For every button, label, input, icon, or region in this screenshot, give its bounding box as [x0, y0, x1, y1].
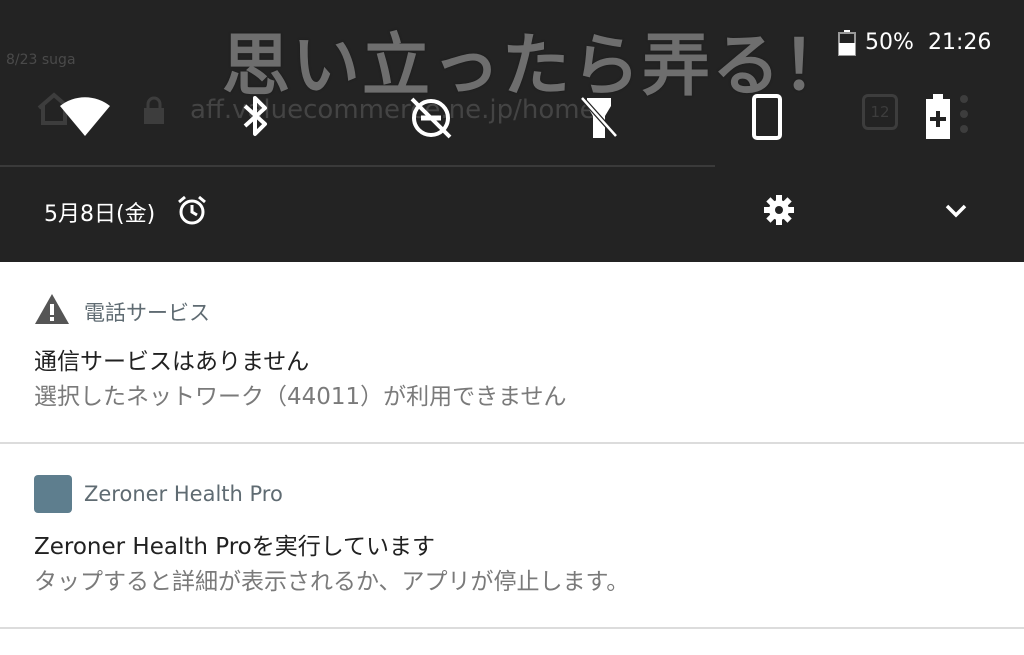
- gear-icon[interactable]: [762, 193, 796, 227]
- date-label[interactable]: 5月8日(金): [44, 196, 155, 228]
- warning-icon: [35, 294, 69, 324]
- chevron-down-icon[interactable]: [940, 196, 972, 226]
- status-time: 21:26: [928, 30, 992, 55]
- background-progress-line: [0, 165, 715, 167]
- notification-text: タップすると詳細が表示されるか、アプリが停止します。: [34, 569, 630, 595]
- battery-icon: [838, 30, 856, 56]
- alarm-clock-icon[interactable]: [176, 194, 208, 226]
- wifi-tile[interactable]: [58, 94, 112, 140]
- notification-shade-header: 8/23 suga aff.valuecommerce.ne.jp/home 1…: [0, 0, 1024, 262]
- phone-rotate-icon: [752, 94, 782, 140]
- auto-rotate-tile[interactable]: [740, 94, 794, 140]
- notification-app-name: 電話サービス: [84, 301, 210, 325]
- background-page-text: 8/23 suga: [6, 52, 76, 68]
- battery-plus-icon: [926, 94, 950, 139]
- notification-title: 通信サービスはありません: [34, 349, 310, 375]
- notification-text: 選択したネットワーク（44011）が利用できません: [34, 384, 567, 410]
- battery-percent: 50%: [865, 30, 914, 55]
- flashlight-off-icon: [580, 96, 618, 138]
- wifi-icon: [60, 97, 110, 136]
- background-tab-count: 12: [862, 94, 898, 130]
- dnd-off-icon: [410, 97, 452, 139]
- notification-title: Zeroner Health Proを実行しています: [34, 534, 436, 560]
- bluetooth-tile[interactable]: [228, 94, 282, 140]
- battery-saver-tile[interactable]: [911, 94, 965, 140]
- divider: [0, 627, 1024, 629]
- bluetooth-icon: [243, 96, 267, 136]
- flashlight-tile[interactable]: [572, 94, 626, 140]
- app-square-icon: [34, 475, 72, 513]
- background-lock-icon: [144, 96, 164, 124]
- do-not-disturb-tile[interactable]: [404, 94, 458, 140]
- notification-app-name: Zeroner Health Pro: [84, 482, 283, 506]
